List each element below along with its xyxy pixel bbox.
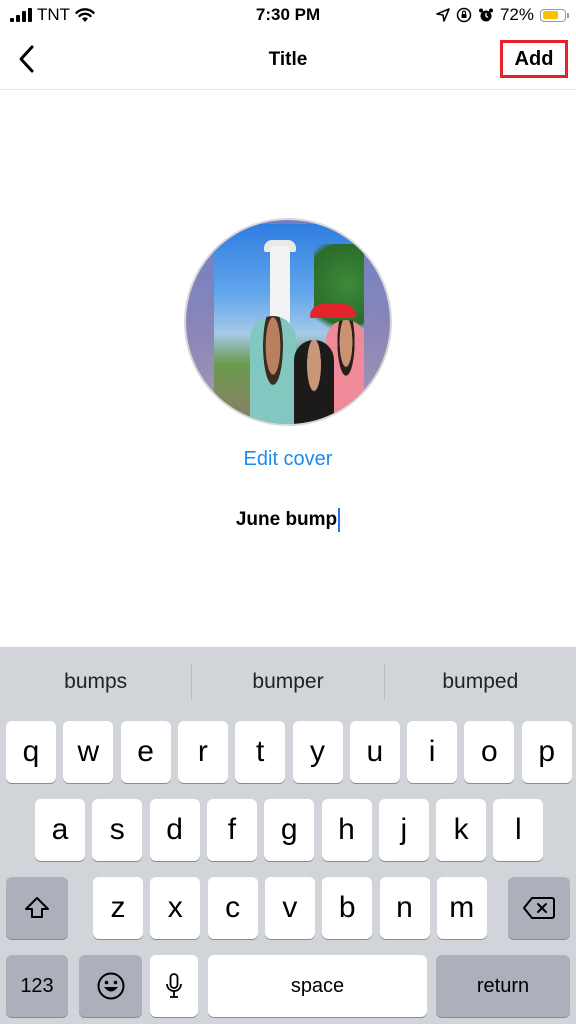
nav-bar: Title Add [0,32,576,90]
battery-percent: 72% [499,5,534,24]
key-y[interactable]: y [292,721,343,783]
key-h[interactable]: h [321,799,372,861]
key-g[interactable]: g [264,799,315,861]
key-r[interactable]: r [177,721,228,783]
key-b[interactable]: b [322,877,373,939]
key-d[interactable]: d [149,799,200,861]
emoji-key[interactable] [79,955,142,1017]
cover-photo [214,224,364,424]
cover-image[interactable] [184,218,392,426]
microphone-icon [166,973,182,998]
key-w[interactable]: w [63,721,114,783]
page-title: Title [268,49,308,70]
edit-cover-link[interactable]: Edit cover [0,448,576,471]
key-u[interactable]: u [349,721,400,783]
location-icon [436,8,450,22]
key-l[interactable]: l [493,799,544,861]
battery-icon [540,8,569,22]
return-key[interactable]: return [436,955,570,1017]
keyboard: bumps bumper bumped qwertyuiop asdfghjkl z… [0,647,576,1024]
key-n[interactable]: n [379,877,430,939]
key-f[interactable]: f [206,799,257,861]
suggestion-bar: bumps bumper bumped [0,647,576,717]
alarm-icon [478,8,493,22]
key-k[interactable]: k [436,799,487,861]
title-input-value: June bump [235,509,338,530]
delete-key[interactable] [508,877,570,939]
key-s[interactable]: s [92,799,143,861]
key-z[interactable]: z [93,877,143,939]
numbers-key[interactable]: 123 [6,955,68,1017]
emoji-icon [97,972,124,1000]
key-c[interactable]: c [207,877,258,939]
key-i[interactable]: i [407,721,458,783]
key-o[interactable]: o [464,721,515,783]
key-p[interactable]: p [521,721,572,783]
suggestion-item[interactable]: bumper [192,670,383,694]
key-j[interactable]: j [378,799,429,861]
text-caret [338,508,341,532]
backspace-icon [523,897,555,919]
shift-key[interactable] [6,877,68,939]
add-button[interactable]: Add [500,40,568,78]
key-e[interactable]: e [120,721,171,783]
key-m[interactable]: m [436,877,487,939]
key-q[interactable]: q [6,721,56,783]
key-a[interactable]: a [35,799,85,861]
suggestion-item[interactable]: bumped [385,670,576,694]
key-t[interactable]: t [235,721,286,783]
space-key[interactable]: space [208,955,427,1017]
dictation-key[interactable] [150,955,198,1017]
status-bar: TNT 7:30 PM 72% [0,0,576,32]
shift-icon [25,897,49,918]
key-x[interactable]: x [150,877,201,939]
suggestion-item[interactable]: bumps [0,670,191,694]
title-input[interactable]: June bump [188,506,388,534]
orientation-lock-icon [456,7,472,23]
key-v[interactable]: v [264,877,315,939]
